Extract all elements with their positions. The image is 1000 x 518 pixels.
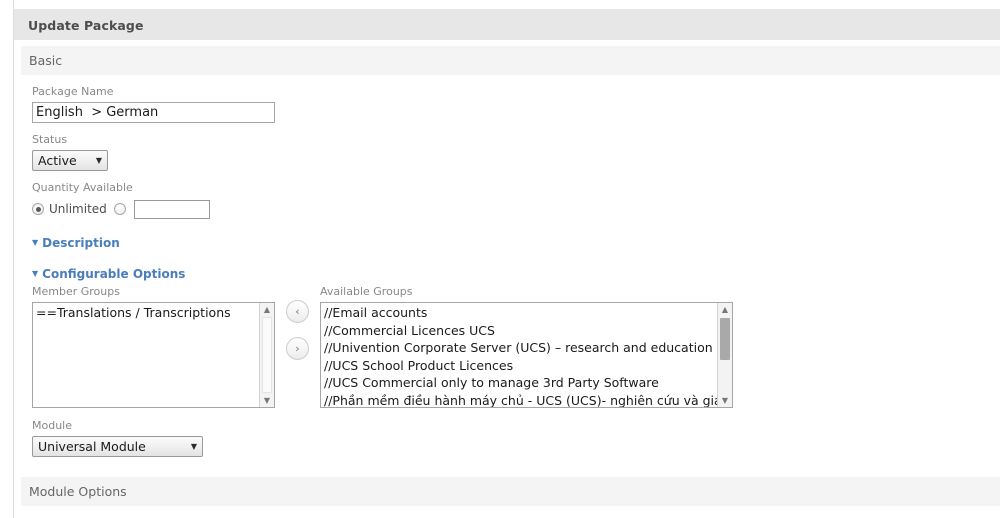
quantity-available-label: Quantity Available — [32, 181, 133, 194]
scrollbar-thumb[interactable] — [720, 318, 730, 360]
radio-unlimited[interactable] — [32, 203, 44, 215]
dual-list-selector: Member Groups ==Translations / Transcrip… — [32, 284, 1000, 408]
list-item[interactable]: //UCS Commercial only to manage 3rd Part… — [324, 374, 717, 392]
available-groups-column: Available Groups //Email accounts //Comm… — [320, 284, 733, 408]
page-title: Update Package — [28, 17, 144, 33]
status-select-wrap: Active ▼ — [32, 150, 108, 171]
list-item[interactable]: //Phần mềm điều hành máy chủ - UCS (UCS)… — [324, 392, 717, 408]
chevron-down-icon: ▼ — [190, 441, 197, 451]
member-groups-items: ==Translations / Transcriptions — [33, 304, 259, 322]
list-item[interactable]: //Univention Corporate Server (UCS) – re… — [324, 339, 717, 357]
package-name-label: Package Name — [32, 85, 114, 98]
module-select-value: Universal Module — [38, 439, 146, 454]
member-groups-scrollbar[interactable]: ▲ ▼ — [259, 303, 274, 407]
field-status: Status Active ▼ — [32, 132, 1000, 171]
field-package-name: Package Name — [32, 84, 1000, 123]
section-header-module-options-label: Module Options — [29, 484, 127, 499]
radio-unlimited-label: Unlimited — [49, 202, 107, 216]
chevron-down-icon: ▼ — [95, 155, 102, 165]
package-name-input[interactable] — [32, 102, 275, 123]
member-groups-label: Member Groups — [32, 285, 120, 298]
scroll-down-icon[interactable]: ▼ — [260, 394, 274, 407]
collapse-header-description-label: Description — [42, 236, 120, 250]
radio-limited[interactable] — [113, 203, 126, 215]
status-label: Status — [32, 133, 68, 146]
triangle-down-icon: ▼ — [32, 269, 39, 278]
window-titlebar: Update Package — [14, 9, 1000, 40]
list-item[interactable]: //Commercial Licences UCS — [324, 322, 717, 340]
status-select[interactable]: Active ▼ — [32, 150, 108, 171]
section-header-basic-label: Basic — [29, 53, 63, 68]
update-package-page: Update Package Basic Package Name Status… — [0, 0, 1000, 518]
available-groups-scrollbar[interactable]: ▲ ▼ — [717, 303, 732, 407]
field-quantity-available: Quantity Available Unlimited — [32, 180, 1000, 220]
status-select-value: Active — [38, 153, 77, 168]
field-module: Module Universal Module ▼ — [32, 418, 1000, 457]
scroll-down-icon[interactable]: ▼ — [718, 394, 732, 407]
section-header-module-options[interactable]: Module Options — [21, 477, 1000, 506]
module-select-wrap: Universal Module ▼ — [32, 436, 203, 457]
member-groups-column: Member Groups ==Translations / Transcrip… — [32, 284, 275, 408]
scroll-up-icon[interactable]: ▲ — [718, 303, 732, 316]
module-label: Module — [32, 419, 72, 432]
quantity-amount-input[interactable] — [133, 199, 210, 219]
available-groups-listbox[interactable]: //Email accounts //Commercial Licences U… — [320, 302, 733, 408]
list-item[interactable]: //Email accounts — [324, 304, 717, 322]
move-left-button[interactable]: ‹ — [286, 300, 309, 323]
quantity-radio-row: Unlimited — [32, 198, 1000, 220]
list-item[interactable]: ==Translations / Transcriptions — [36, 304, 259, 322]
collapse-header-configurable-options-label: Configurable Options — [42, 267, 186, 281]
available-groups-label: Available Groups — [320, 285, 413, 298]
move-right-button[interactable]: › — [286, 337, 309, 360]
collapse-header-configurable-options[interactable]: ▼ Configurable Options — [32, 266, 1000, 282]
section-header-basic[interactable]: Basic — [21, 46, 1000, 75]
scrollbar-thumb[interactable] — [262, 317, 272, 393]
scroll-up-icon[interactable]: ▲ — [260, 303, 274, 316]
module-select[interactable]: Universal Module ▼ — [32, 436, 203, 457]
list-item[interactable]: //UCS School Product Licences — [324, 357, 717, 375]
triangle-down-icon: ▼ — [32, 238, 39, 247]
form-body: Package Name Status Active ▼ Quantity Av… — [32, 84, 1000, 457]
available-groups-items: //Email accounts //Commercial Licences U… — [321, 304, 717, 408]
member-groups-listbox[interactable]: ==Translations / Transcriptions ▲ ▼ — [32, 302, 275, 408]
transfer-buttons: ‹ › — [275, 284, 320, 360]
collapse-header-description[interactable]: ▼ Description — [32, 235, 1000, 251]
